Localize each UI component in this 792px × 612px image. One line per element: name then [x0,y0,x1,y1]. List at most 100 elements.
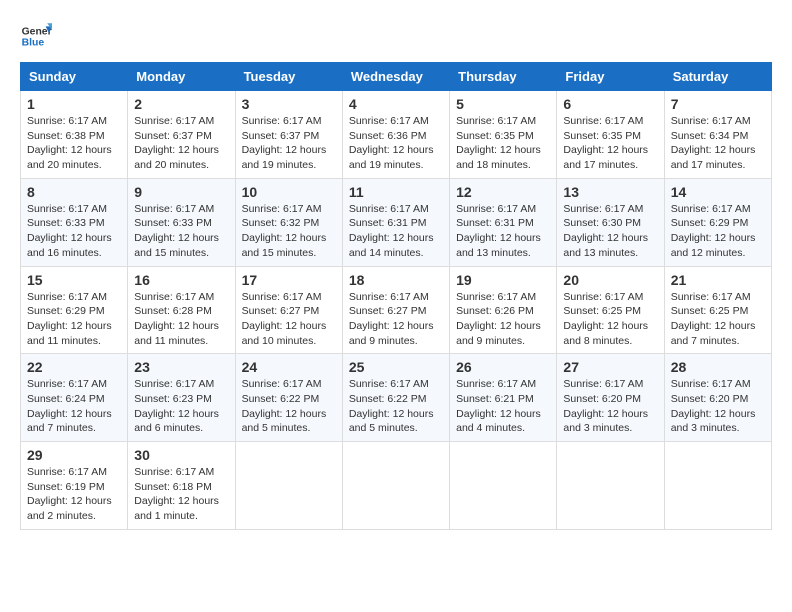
calendar-table: SundayMondayTuesdayWednesdayThursdayFrid… [20,62,772,530]
page-header: General Blue [20,20,772,52]
day-number: 6 [563,96,657,112]
day-number: 30 [134,447,228,463]
day-number: 26 [456,359,550,375]
day-number: 8 [27,184,121,200]
column-header-saturday: Saturday [664,63,771,91]
day-info: Sunrise: 6:17 AM Sunset: 6:35 PM Dayligh… [456,114,550,173]
day-info: Sunrise: 6:17 AM Sunset: 6:36 PM Dayligh… [349,114,443,173]
calendar-week-2: 8 Sunrise: 6:17 AM Sunset: 6:33 PM Daylig… [21,178,772,266]
calendar-cell [450,442,557,530]
calendar-cell: 1Sunrise: 6:17 AM Sunset: 6:38 PM Daylig… [21,91,128,179]
column-header-thursday: Thursday [450,63,557,91]
day-info: Sunrise: 6:17 AM Sunset: 6:31 PM Dayligh… [456,202,550,261]
day-info: Sunrise: 6:17 AM Sunset: 6:23 PM Dayligh… [134,377,228,436]
calendar-cell: 8 Sunrise: 6:17 AM Sunset: 6:33 PM Daylig… [21,178,128,266]
calendar-cell: 21 Sunrise: 6:17 AM Sunset: 6:25 PM Dayli… [664,266,771,354]
day-number: 19 [456,272,550,288]
calendar-cell: 12 Sunrise: 6:17 AM Sunset: 6:31 PM Dayli… [450,178,557,266]
calendar-cell: 20 Sunrise: 6:17 AM Sunset: 6:25 PM Dayli… [557,266,664,354]
calendar-cell [342,442,449,530]
day-number: 2 [134,96,228,112]
calendar-cell: 3 Sunrise: 6:17 AM Sunset: 6:37 PM Daylig… [235,91,342,179]
day-info: Sunrise: 6:17 AM Sunset: 6:22 PM Dayligh… [349,377,443,436]
day-info: Sunrise: 6:17 AM Sunset: 6:24 PM Dayligh… [27,377,121,436]
day-number: 13 [563,184,657,200]
day-info: Sunrise: 6:17 AM Sunset: 6:35 PM Dayligh… [563,114,657,173]
day-info: Sunrise: 6:17 AM Sunset: 6:29 PM Dayligh… [27,290,121,349]
day-info: Sunrise: 6:17 AM Sunset: 6:26 PM Dayligh… [456,290,550,349]
calendar-cell [557,442,664,530]
day-info: Sunrise: 6:17 AM Sunset: 6:25 PM Dayligh… [671,290,765,349]
day-info: Sunrise: 6:17 AM Sunset: 6:30 PM Dayligh… [563,202,657,261]
day-info: Sunrise: 6:17 AM Sunset: 6:32 PM Dayligh… [242,202,336,261]
day-number: 18 [349,272,443,288]
day-info: Sunrise: 6:17 AM Sunset: 6:20 PM Dayligh… [563,377,657,436]
calendar-cell: 26Sunrise: 6:17 AM Sunset: 6:21 PM Dayli… [450,354,557,442]
day-number: 9 [134,184,228,200]
day-info: Sunrise: 6:17 AM Sunset: 6:33 PM Dayligh… [27,202,121,261]
calendar-cell: 30 Sunrise: 6:17 AM Sunset: 6:18 PM Dayli… [128,442,235,530]
calendar-cell: 29 Sunrise: 6:17 AM Sunset: 6:19 PM Dayli… [21,442,128,530]
calendar-cell: 11Sunrise: 6:17 AM Sunset: 6:31 PM Dayli… [342,178,449,266]
svg-text:Blue: Blue [22,38,45,49]
day-number: 21 [671,272,765,288]
column-header-wednesday: Wednesday [342,63,449,91]
day-number: 5 [456,96,550,112]
day-number: 10 [242,184,336,200]
calendar-cell: 4 Sunrise: 6:17 AM Sunset: 6:36 PM Daylig… [342,91,449,179]
calendar-cell: 9 Sunrise: 6:17 AM Sunset: 6:33 PM Daylig… [128,178,235,266]
day-info: Sunrise: 6:17 AM Sunset: 6:18 PM Dayligh… [134,465,228,524]
calendar-cell: 18Sunrise: 6:17 AM Sunset: 6:27 PM Dayli… [342,266,449,354]
day-number: 4 [349,96,443,112]
day-info: Sunrise: 6:17 AM Sunset: 6:31 PM Dayligh… [349,202,443,261]
day-number: 12 [456,184,550,200]
day-info: Sunrise: 6:17 AM Sunset: 6:37 PM Dayligh… [242,114,336,173]
calendar-cell: 16 Sunrise: 6:17 AM Sunset: 6:28 PM Dayli… [128,266,235,354]
day-number: 16 [134,272,228,288]
calendar-week-3: 15 Sunrise: 6:17 AM Sunset: 6:29 PM Dayli… [21,266,772,354]
day-info: Sunrise: 6:17 AM Sunset: 6:37 PM Dayligh… [134,114,228,173]
day-info: Sunrise: 6:17 AM Sunset: 6:25 PM Dayligh… [563,290,657,349]
day-number: 25 [349,359,443,375]
calendar-cell: 5 Sunrise: 6:17 AM Sunset: 6:35 PM Daylig… [450,91,557,179]
day-info: Sunrise: 6:17 AM Sunset: 6:20 PM Dayligh… [671,377,765,436]
column-header-tuesday: Tuesday [235,63,342,91]
calendar-cell: 24 Sunrise: 6:17 AM Sunset: 6:22 PM Dayli… [235,354,342,442]
day-info: Sunrise: 6:17 AM Sunset: 6:29 PM Dayligh… [671,202,765,261]
day-number: 15 [27,272,121,288]
day-info: Sunrise: 6:17 AM Sunset: 6:34 PM Dayligh… [671,114,765,173]
day-info: Sunrise: 6:17 AM Sunset: 6:28 PM Dayligh… [134,290,228,349]
day-number: 22 [27,359,121,375]
calendar-cell: 22 Sunrise: 6:17 AM Sunset: 6:24 PM Dayli… [21,354,128,442]
day-number: 1 [27,96,121,112]
calendar-header-row: SundayMondayTuesdayWednesdayThursdayFrid… [21,63,772,91]
calendar-cell: 6 Sunrise: 6:17 AM Sunset: 6:35 PM Daylig… [557,91,664,179]
calendar-cell: 2 Sunrise: 6:17 AM Sunset: 6:37 PM Daylig… [128,91,235,179]
day-info: Sunrise: 6:17 AM Sunset: 6:22 PM Dayligh… [242,377,336,436]
day-number: 29 [27,447,121,463]
calendar-cell: 17Sunrise: 6:17 AM Sunset: 6:27 PM Dayli… [235,266,342,354]
day-number: 20 [563,272,657,288]
day-number: 24 [242,359,336,375]
calendar-cell: 19 Sunrise: 6:17 AM Sunset: 6:26 PM Dayli… [450,266,557,354]
day-number: 28 [671,359,765,375]
logo-icon: General Blue [20,20,52,52]
day-info: Sunrise: 6:17 AM Sunset: 6:27 PM Dayligh… [242,290,336,349]
calendar-cell: 25 Sunrise: 6:17 AM Sunset: 6:22 PM Dayli… [342,354,449,442]
calendar-week-1: 1Sunrise: 6:17 AM Sunset: 6:38 PM Daylig… [21,91,772,179]
day-number: 14 [671,184,765,200]
day-info: Sunrise: 6:17 AM Sunset: 6:19 PM Dayligh… [27,465,121,524]
day-info: Sunrise: 6:17 AM Sunset: 6:33 PM Dayligh… [134,202,228,261]
calendar-week-5: 29 Sunrise: 6:17 AM Sunset: 6:19 PM Dayli… [21,442,772,530]
day-number: 27 [563,359,657,375]
calendar-cell: 27 Sunrise: 6:17 AM Sunset: 6:20 PM Dayli… [557,354,664,442]
column-header-sunday: Sunday [21,63,128,91]
column-header-friday: Friday [557,63,664,91]
calendar-cell [664,442,771,530]
day-number: 7 [671,96,765,112]
day-number: 3 [242,96,336,112]
calendar-cell: 28 Sunrise: 6:17 AM Sunset: 6:20 PM Dayli… [664,354,771,442]
calendar-week-4: 22 Sunrise: 6:17 AM Sunset: 6:24 PM Dayli… [21,354,772,442]
calendar-cell [235,442,342,530]
calendar-cell: 14 Sunrise: 6:17 AM Sunset: 6:29 PM Dayli… [664,178,771,266]
